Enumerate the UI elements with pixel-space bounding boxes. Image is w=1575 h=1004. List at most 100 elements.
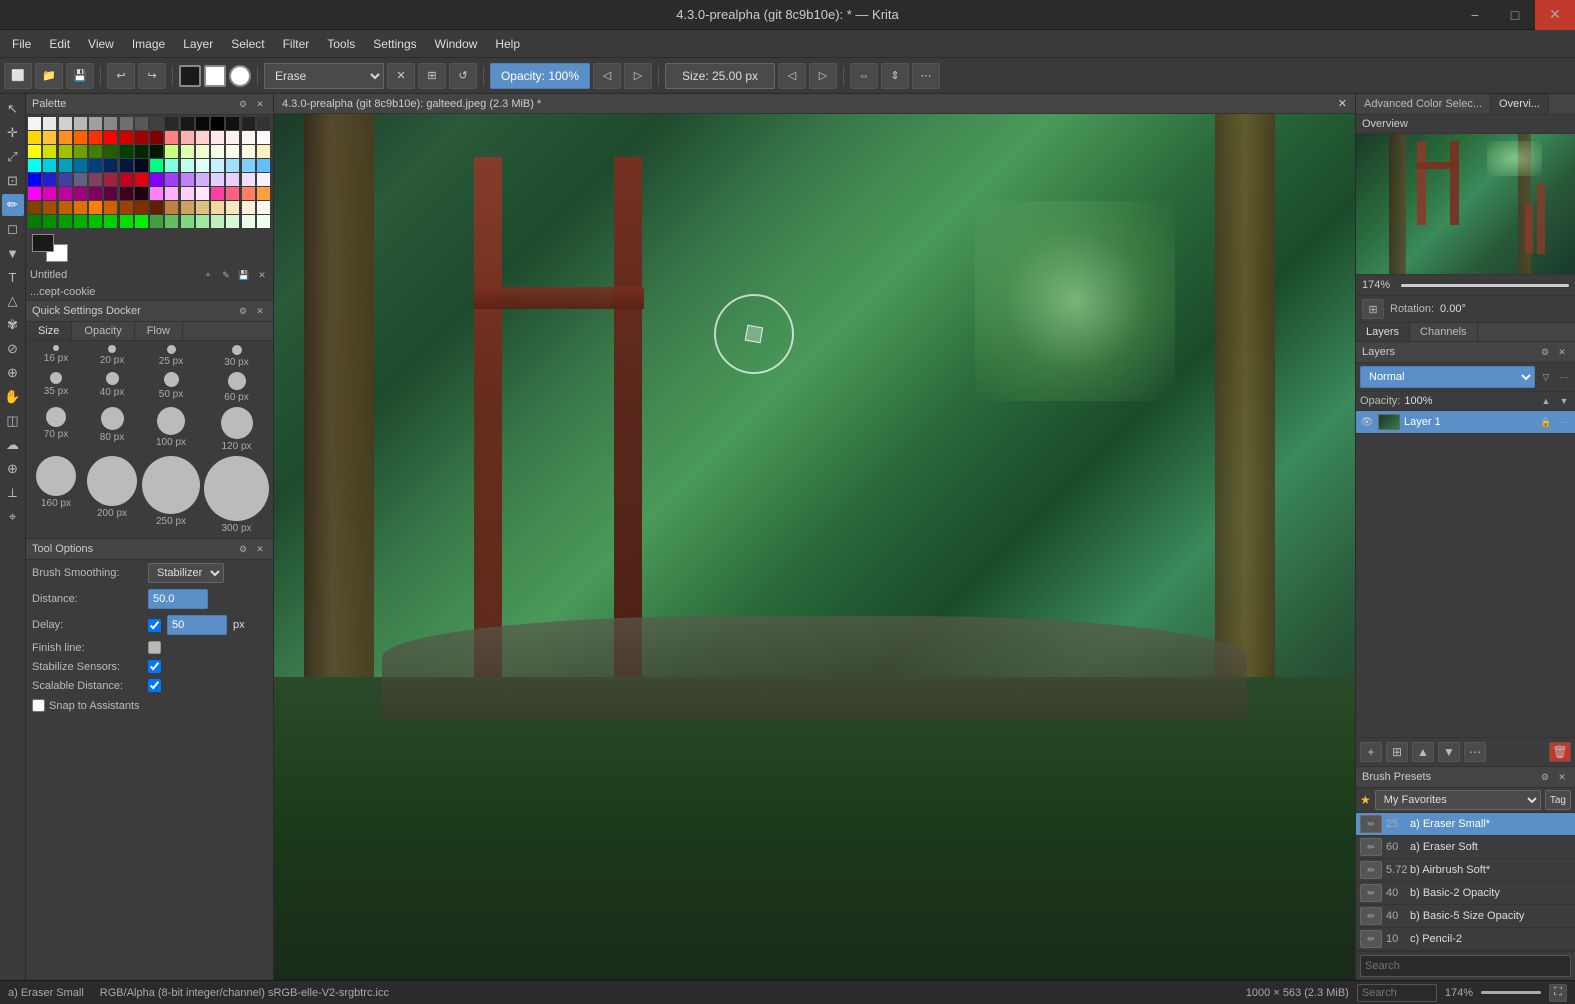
stabilize-sensors-checkbox[interactable] <box>148 660 161 673</box>
palette-cell[interactable] <box>196 159 209 172</box>
palette-cell[interactable] <box>196 131 209 144</box>
palette-cell[interactable] <box>196 201 209 214</box>
menu-view[interactable]: View <box>80 35 122 53</box>
tool-clone[interactable]: ⊕ <box>2 458 24 480</box>
palette-cell[interactable] <box>135 145 148 158</box>
palette-cell[interactable] <box>196 117 209 130</box>
palette-cell[interactable] <box>257 131 270 144</box>
palette-cell[interactable] <box>226 145 239 158</box>
palette-cell[interactable] <box>120 145 133 158</box>
palette-cell[interactable] <box>211 131 224 144</box>
bp-close-icon[interactable]: ✕ <box>1555 770 1569 784</box>
snap-checkbox[interactable] <box>32 699 45 712</box>
blend-mode-select[interactable]: Erase <box>264 63 384 89</box>
palette-cell[interactable] <box>28 173 41 186</box>
tool-move[interactable]: ✛ <box>2 122 24 144</box>
palette-cell[interactable] <box>28 215 41 228</box>
palette-cell[interactable] <box>59 159 72 172</box>
brush-size-item[interactable]: 120 px <box>204 407 269 452</box>
palette-cell[interactable] <box>165 173 178 186</box>
palette-cell[interactable] <box>74 117 87 130</box>
edit-palette-icon[interactable]: ✎ <box>219 268 233 282</box>
tab-overview[interactable]: Overvi... <box>1491 94 1549 114</box>
palette-close-icon[interactable]: ✕ <box>253 97 267 111</box>
brush-size-item[interactable]: 40 px <box>86 372 138 403</box>
palette-cell[interactable] <box>89 145 102 158</box>
tool-select[interactable]: ↖ <box>2 98 24 120</box>
palette-cell[interactable] <box>89 117 102 130</box>
tool-gradient[interactable]: ◫ <box>2 410 24 432</box>
add-palette-icon[interactable]: + <box>201 268 215 282</box>
opacity-down[interactable]: ◁ <box>593 63 621 89</box>
bg-color-swatch[interactable] <box>204 65 226 87</box>
palette-cell[interactable] <box>120 117 133 130</box>
canvas-close-icon[interactable]: ✕ <box>1338 97 1347 110</box>
palette-cell[interactable] <box>226 117 239 130</box>
palette-cell[interactable] <box>242 173 255 186</box>
tool-assistant[interactable]: ⌖ <box>2 506 24 528</box>
mirror-h-button[interactable]: ⇔ <box>850 63 878 89</box>
palette-cell[interactable] <box>211 159 224 172</box>
palette-cell[interactable] <box>74 145 87 158</box>
brush-list-item[interactable]: ✏10c) Pencil-2 <box>1356 928 1575 951</box>
palette-cell[interactable] <box>28 201 41 214</box>
delay-input[interactable] <box>167 615 227 635</box>
palette-cell[interactable] <box>257 201 270 214</box>
save-doc-button[interactable]: 💾 <box>66 63 94 89</box>
menu-layer[interactable]: Layer <box>175 35 221 53</box>
palette-cell[interactable] <box>196 145 209 158</box>
palette-cell[interactable] <box>89 187 102 200</box>
menu-filter[interactable]: Filter <box>275 35 318 53</box>
palette-cell[interactable] <box>59 201 72 214</box>
opacity-adjust-up[interactable]: ▲ <box>1539 394 1553 408</box>
tool-text[interactable]: T <box>2 266 24 288</box>
tool-pan[interactable]: ✋ <box>2 386 24 408</box>
palette-cell[interactable] <box>181 159 194 172</box>
palette-cell[interactable] <box>211 187 224 200</box>
opacity-button[interactable]: Opacity: 100% <box>490 63 590 89</box>
palette-cell[interactable] <box>59 173 72 186</box>
tag-button[interactable]: Tag <box>1545 790 1571 810</box>
tool-path[interactable]: ✾ <box>2 314 24 336</box>
tool-eyedropper[interactable]: ⊘ <box>2 338 24 360</box>
brush-preset-btn[interactable] <box>229 65 251 87</box>
open-doc-button[interactable]: 📁 <box>35 63 63 89</box>
brush-size-item[interactable]: 70 px <box>30 407 82 452</box>
copy-button[interactable]: ⊞ <box>418 63 446 89</box>
brush-size-item[interactable]: 100 px <box>142 407 200 452</box>
layer-options-button[interactable]: ⋯ <box>1464 742 1486 762</box>
new-doc-button[interactable]: ⬜ <box>4 63 32 89</box>
palette-cell[interactable] <box>89 131 102 144</box>
palette-cell[interactable] <box>135 159 148 172</box>
brush-size-item[interactable]: 80 px <box>86 407 138 452</box>
palette-cell[interactable] <box>226 159 239 172</box>
finish-line-checkbox[interactable] <box>148 641 161 654</box>
canvas-wrapper[interactable] <box>274 114 1355 980</box>
palette-cell[interactable] <box>43 131 56 144</box>
delete-layer-button[interactable]: 🗑 <box>1549 742 1571 762</box>
layers-settings-icon[interactable]: ⚙ <box>1538 345 1552 359</box>
status-search-input[interactable] <box>1357 984 1437 1002</box>
close-palette-icon[interactable]: ✕ <box>255 268 269 282</box>
palette-cell[interactable] <box>43 159 56 172</box>
palette-cell[interactable] <box>28 145 41 158</box>
size-down[interactable]: ◁ <box>778 63 806 89</box>
delay-checkbox[interactable] <box>148 619 161 632</box>
to-close-icon[interactable]: ✕ <box>253 542 267 556</box>
palette-cell[interactable] <box>120 131 133 144</box>
clear-button[interactable]: ✕ <box>387 63 415 89</box>
qs-close-icon[interactable]: ✕ <box>253 304 267 318</box>
tool-shape[interactable]: △ <box>2 290 24 312</box>
tool-eraser[interactable]: ◻ <box>2 218 24 240</box>
palette-cell[interactable] <box>120 201 133 214</box>
palette-cell[interactable] <box>257 145 270 158</box>
palette-cell[interactable] <box>135 131 148 144</box>
menu-select[interactable]: Select <box>223 35 272 53</box>
palette-cell[interactable] <box>242 187 255 200</box>
palette-cell[interactable] <box>89 159 102 172</box>
palette-cell[interactable] <box>226 215 239 228</box>
palette-cell[interactable] <box>242 145 255 158</box>
palette-cell[interactable] <box>211 215 224 228</box>
palette-cell[interactable] <box>196 187 209 200</box>
brush-size-item[interactable]: 25 px <box>142 345 200 368</box>
